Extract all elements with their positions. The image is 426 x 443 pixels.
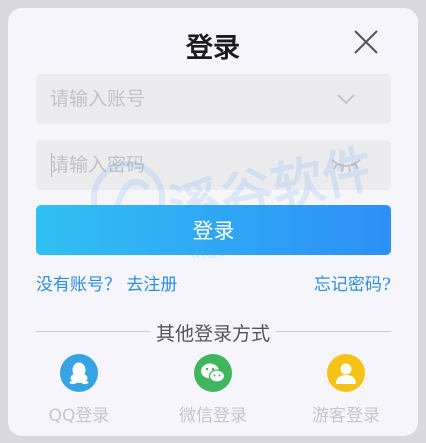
guest-login-button[interactable]: 游客登录: [291, 354, 401, 426]
account-dropdown-toggle[interactable]: [336, 91, 356, 110]
qq-icon: [60, 354, 98, 392]
wechat-icon: [194, 354, 232, 392]
wechat-login-label: 微信登录: [179, 406, 247, 426]
qq-login-label: QQ登录: [48, 406, 110, 426]
other-login-title-text: 其他登录方式: [149, 323, 276, 345]
close-icon: [354, 30, 378, 54]
guest-login-label: 游客登录: [312, 406, 380, 426]
eye-closed-icon: [331, 159, 361, 173]
password-field: [36, 140, 391, 190]
account-field: [36, 74, 391, 124]
password-input[interactable]: [50, 140, 320, 190]
other-login-title: 其他登录方式: [8, 319, 418, 346]
password-visibility-toggle[interactable]: [330, 155, 362, 179]
guest-icon: [327, 354, 365, 392]
register-link[interactable]: 没有账号？ 去注册: [36, 270, 177, 295]
forgot-password-link[interactable]: 忘记密码?: [314, 270, 391, 295]
login-dialog: 登录 溪谷软件 vlgdk.co: [8, 8, 418, 436]
wechat-login-button[interactable]: 微信登录: [158, 354, 268, 426]
chevron-down-icon: [337, 94, 355, 105]
account-input[interactable]: [50, 74, 320, 124]
qq-login-button[interactable]: QQ登录: [24, 354, 134, 426]
close-button[interactable]: [352, 28, 380, 56]
login-button[interactable]: 登录: [36, 205, 391, 255]
